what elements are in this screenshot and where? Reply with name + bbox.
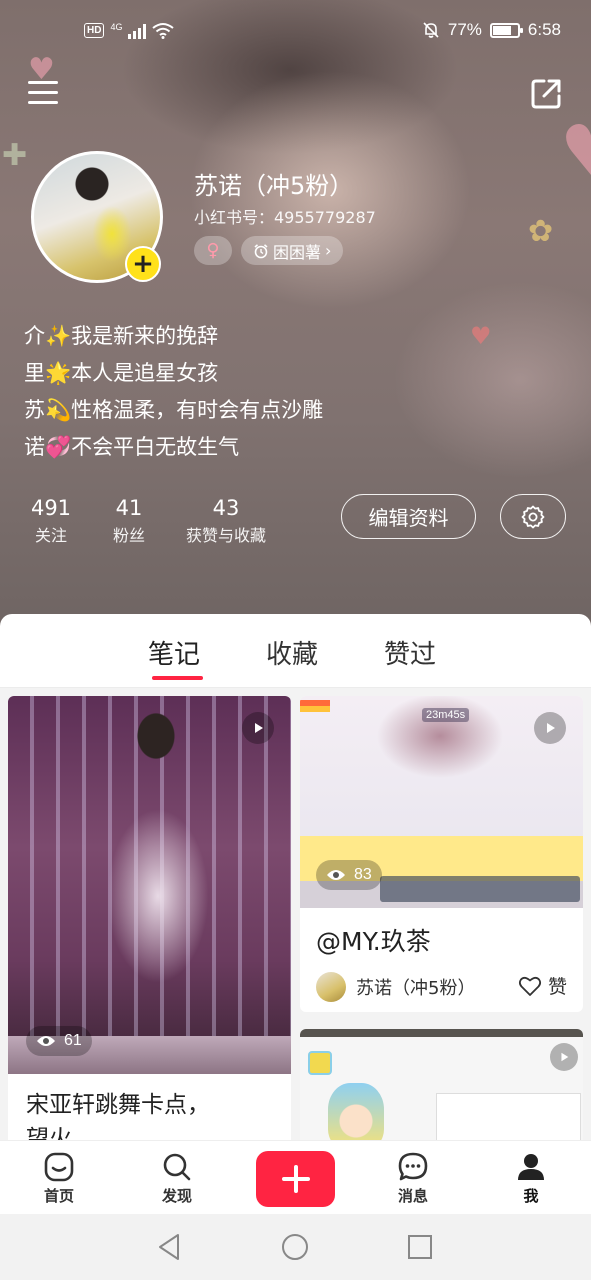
cross-decoration: ✚	[2, 138, 28, 173]
bio-line: 苏💫性格温柔，有时会有点沙雕	[24, 398, 324, 422]
person-icon	[518, 1154, 544, 1180]
nav-messages[interactable]: 消息	[373, 1151, 453, 1206]
chevron-right-icon: ›	[325, 241, 332, 260]
battery-percent: 77%	[447, 20, 482, 39]
status-bar: HD 4G 77% 6:58	[0, 18, 591, 50]
stat-number: 41	[115, 496, 143, 520]
network-type: 4G	[110, 22, 123, 32]
message-icon	[398, 1152, 428, 1181]
note-card[interactable]: 61 宋亚轩跳舞卡点， 望火	[8, 696, 291, 1140]
like-button[interactable]: 赞	[518, 972, 567, 999]
hamburger-menu-icon[interactable]	[28, 80, 60, 106]
clock-time: 6:58	[527, 20, 561, 39]
nav-label: 首页	[43, 1187, 74, 1205]
author-name: 苏诺（冲5粉）	[356, 978, 476, 999]
video-play-icon	[534, 712, 566, 744]
recents-square-icon[interactable]	[406, 1232, 434, 1262]
content-tabs: 笔记 收藏 赞过	[0, 614, 591, 688]
nav-label: 我	[523, 1187, 539, 1205]
nickname: 苏诺（冲5粉）	[194, 172, 354, 200]
profile-header: ♥ ✚ ♥ ♥ ✿ HD 4G 77% 6:58	[0, 0, 591, 640]
add-story-plus-icon[interactable]: +	[125, 246, 161, 282]
share-export-icon[interactable]	[528, 76, 564, 112]
game-hud	[380, 876, 580, 902]
tab-collections[interactable]: 收藏	[266, 634, 318, 671]
status-tag[interactable]: 困困薯 ›	[241, 236, 344, 265]
game-flag-icon	[300, 700, 330, 712]
tab-liked[interactable]: 赞过	[384, 634, 436, 671]
note-author[interactable]: 苏诺（冲5粉）	[316, 972, 475, 1002]
home-icon	[44, 1152, 74, 1182]
nav-label: 消息	[397, 1187, 428, 1205]
video-play-icon	[242, 712, 274, 744]
video-play-icon	[550, 1043, 578, 1071]
flower-decoration: ✿	[528, 214, 554, 249]
search-icon	[163, 1153, 191, 1181]
profile-stats: 491 关注 41 粉丝 43 获赞与收藏	[0, 494, 340, 554]
game-panel	[436, 1093, 581, 1140]
bio: 介✨我是新来的挽辞 里🌟本人是追星女孩 苏💫性格温柔，有时会有点沙雕 诺💞不会平…	[24, 318, 323, 466]
notes-feed[interactable]: 61 宋亚轩跳舞卡点， 望火 23m45s 83 @MY.玖茶 苏诺（冲5粉）	[0, 688, 591, 1140]
note-cover-image	[8, 696, 291, 1074]
view-count-badge: 83	[316, 860, 382, 890]
hd-indicator: HD	[84, 23, 105, 38]
note-title-line: 宋亚轩跳舞卡点， 望火	[26, 1092, 210, 1140]
system-navigation-bar	[0, 1214, 591, 1280]
game-timer: 23m45s	[422, 708, 470, 722]
note-title: 宋亚轩跳舞卡点， 望火	[26, 1088, 276, 1140]
back-triangle-icon[interactable]	[156, 1232, 184, 1262]
view-count: 83	[354, 866, 372, 883]
publish-plus-button[interactable]	[256, 1151, 335, 1207]
edit-profile-button[interactable]: 编辑资料	[341, 494, 476, 539]
cellular-signal-icon	[128, 23, 147, 39]
battery-icon	[489, 22, 523, 38]
author-avatar	[316, 972, 346, 1002]
nav-label: 发现	[161, 1187, 192, 1205]
stat-label: 关注	[34, 526, 67, 545]
status-tag-label: 困困薯	[273, 242, 322, 262]
bio-line: 诺💞不会平白无故生气	[24, 435, 240, 459]
home-circle-icon[interactable]	[280, 1232, 310, 1262]
game-character	[328, 1083, 384, 1140]
view-count: 61	[64, 1032, 82, 1049]
nav-me[interactable]: 我	[491, 1151, 571, 1206]
eye-icon	[327, 870, 345, 880]
active-tab-indicator	[152, 676, 203, 680]
stat-label: 获赞与收藏	[185, 526, 266, 545]
bio-line: 里🌟本人是追星女孩	[24, 361, 219, 385]
stat-likes-collections[interactable]: 43 获赞与收藏	[178, 494, 274, 550]
bottom-navigation: 首页 发现 消息 我	[0, 1140, 591, 1214]
note-title: @MY.玖茶	[316, 927, 431, 956]
eye-icon	[37, 1036, 55, 1046]
plus-icon	[281, 1165, 310, 1193]
view-count-badge: 61	[26, 1026, 92, 1056]
mute-bell-icon	[423, 22, 439, 38]
stat-number: 43	[212, 496, 240, 520]
heart-outline-icon	[518, 976, 542, 996]
settings-gear-icon[interactable]	[500, 494, 566, 539]
like-label: 赞	[547, 976, 567, 998]
stat-number: 491	[30, 496, 72, 520]
note-card[interactable]: 23m45s 83 @MY.玖茶 苏诺（冲5粉） 赞	[300, 696, 583, 1012]
stat-following[interactable]: 491 关注	[28, 494, 74, 550]
heart-decoration: ♥	[470, 322, 492, 350]
stat-label: 粉丝	[112, 526, 145, 545]
nav-discover[interactable]: 发现	[137, 1151, 217, 1206]
alarm-clock-icon	[254, 243, 268, 258]
stat-followers[interactable]: 41 粉丝	[106, 494, 152, 550]
gender-female-icon: ♀	[194, 236, 232, 265]
wifi-icon	[152, 23, 175, 39]
note-card[interactable]	[300, 1029, 583, 1140]
user-id: 小红书号：4955779287	[194, 208, 376, 227]
tab-notes[interactable]: 笔记	[148, 634, 200, 671]
bio-line: 介✨我是新来的挽辞	[24, 324, 219, 348]
nav-home[interactable]: 首页	[19, 1151, 99, 1206]
heart-decoration: ♥	[560, 110, 591, 192]
game-avatar-icon	[308, 1051, 332, 1075]
